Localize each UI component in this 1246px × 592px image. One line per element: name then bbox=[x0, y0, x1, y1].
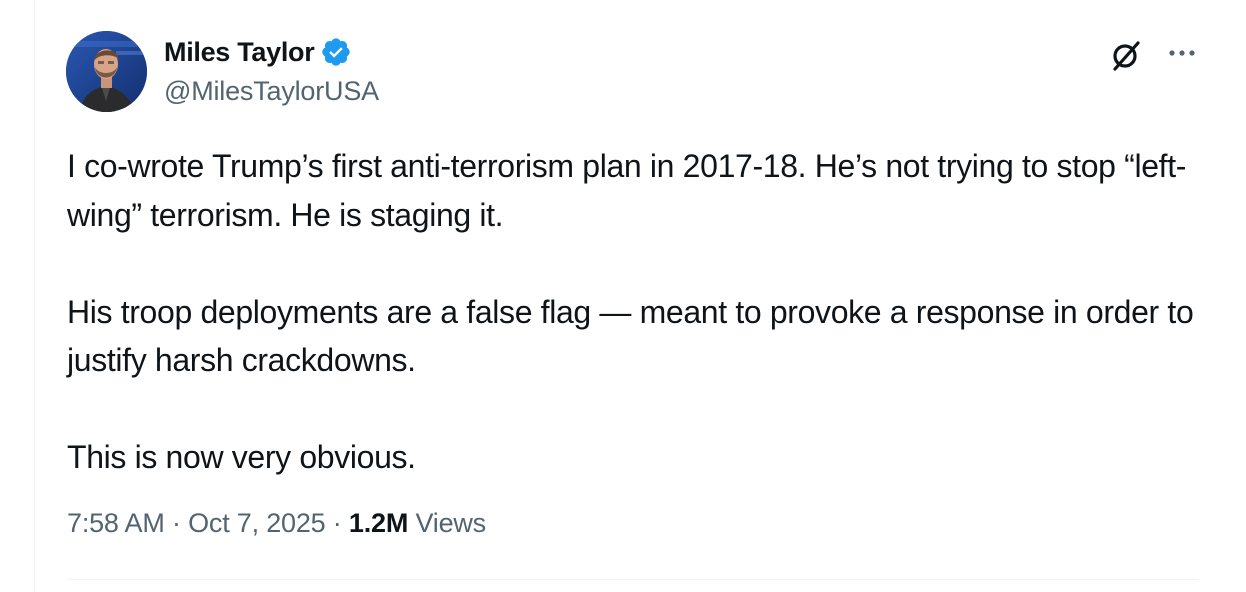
tweet-paragraph: This is now very obvious. bbox=[67, 439, 416, 475]
display-name[interactable]: Miles Taylor bbox=[164, 37, 315, 68]
meta-separator: · bbox=[171, 508, 181, 538]
verified-badge-icon[interactable] bbox=[320, 36, 352, 68]
avatar[interactable] bbox=[66, 31, 147, 112]
divider bbox=[67, 579, 1198, 580]
tweet-text: I co-wrote Trump’s first anti-terrorism … bbox=[67, 142, 1217, 482]
avatar-photo bbox=[66, 31, 147, 112]
author-handle[interactable]: @MilesTaylorUSA bbox=[164, 76, 379, 107]
tweet-time[interactable]: 7:58 AM bbox=[67, 508, 165, 538]
author-name-row[interactable]: Miles Taylor bbox=[164, 33, 352, 71]
tweet-paragraph: His troop deployments are a false flag —… bbox=[67, 293, 1194, 379]
tweet-meta: 7:58 AM · Oct 7, 2025 · 1.2M Views bbox=[67, 508, 486, 539]
meta-separator: · bbox=[332, 508, 342, 538]
tweet-paragraph: I co-wrote Trump’s first anti-terrorism … bbox=[67, 148, 1187, 233]
views-count[interactable]: 1.2M bbox=[349, 508, 408, 538]
views-label[interactable]: Views bbox=[415, 508, 486, 538]
grok-icon[interactable] bbox=[1108, 37, 1144, 73]
more-icon[interactable] bbox=[1164, 39, 1200, 69]
tweet-date[interactable]: Oct 7, 2025 bbox=[188, 508, 326, 538]
